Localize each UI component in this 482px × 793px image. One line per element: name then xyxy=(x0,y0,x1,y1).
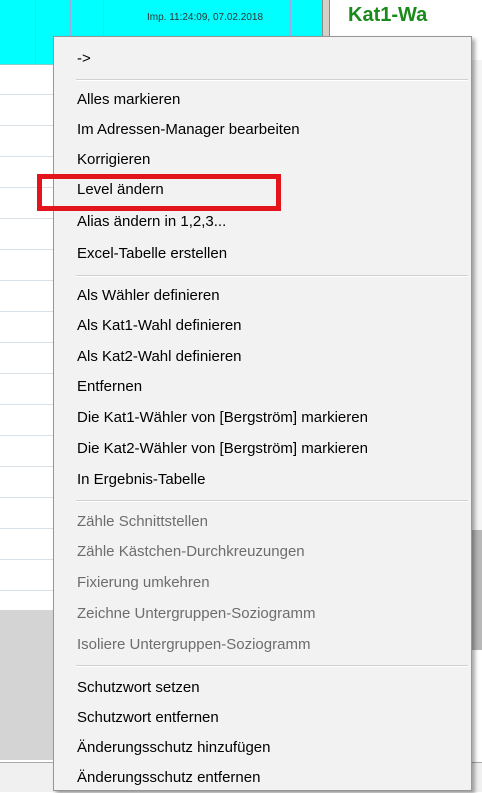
menu-item-define-voter[interactable]: Als Wähler definieren xyxy=(54,281,471,311)
menu-item-create-excel-table[interactable]: Excel-Tabelle erstellen xyxy=(54,239,471,269)
menu-item-add-change-protection[interactable]: Änderungsschutz hinzufügen xyxy=(54,733,471,763)
menu-item-select-all[interactable]: Alles markieren xyxy=(54,85,471,115)
menu-item-to-result-table[interactable]: In Ergebnis-Tabelle xyxy=(54,465,471,495)
menu-item-remove-change-protection[interactable]: Änderungsschutz entfernen xyxy=(54,763,471,793)
menu-item-count-intersections[interactable]: Zähle Schnittstellen xyxy=(54,507,471,537)
menu-item-mark-kat2-voters[interactable]: Die Kat2-Wähler von [Bergström] markiere… xyxy=(54,434,471,464)
menu-item-remove-protection-word[interactable]: Schutzwort entfernen xyxy=(54,703,471,733)
grid-column-divider xyxy=(35,0,36,64)
menu-item-mark-kat1-voters[interactable]: Die Kat1-Wähler von [Bergström] markiere… xyxy=(54,403,471,433)
menu-separator xyxy=(76,79,468,81)
menu-item-invert-fixation[interactable]: Fixierung umkehren xyxy=(54,568,471,598)
context-menu: -> Alles markieren Im Adressen-Manager b… xyxy=(53,36,472,791)
kat1-title: Kat1-Wa xyxy=(348,4,428,26)
highlight-box xyxy=(37,174,281,211)
menu-separator xyxy=(76,500,468,502)
menu-separator xyxy=(76,665,468,667)
grid-rows xyxy=(0,64,60,664)
menu-item-remove[interactable]: Entfernen xyxy=(54,372,471,402)
menu-item-edit-in-address-manager[interactable]: Im Adressen-Manager bearbeiten xyxy=(54,115,471,145)
menu-item-correct[interactable]: Korrigieren xyxy=(54,145,471,175)
menu-item-draw-subgroup-sociogram[interactable]: Zeichne Untergruppen-Soziogramm xyxy=(54,599,471,629)
menu-item-isolate-subgroup-sociogram[interactable]: Isoliere Untergruppen-Soziogramm xyxy=(54,630,471,660)
menu-item-change-alias[interactable]: Alias ändern in 1,2,3... xyxy=(54,207,471,237)
menu-item-set-protection-word[interactable]: Schutzwort setzen xyxy=(54,673,471,703)
menu-separator xyxy=(76,275,468,277)
menu-item-count-box-crossings[interactable]: Zähle Kästchen-Durchkreuzungen xyxy=(54,537,471,567)
menu-item-define-kat1-choice[interactable]: Als Kat1-Wahl definieren xyxy=(54,311,471,341)
import-timestamp: Imp. 11:24:09, 07.02.2018 xyxy=(146,12,263,23)
menu-item-arrow[interactable]: -> xyxy=(54,44,471,74)
menu-item-define-kat2-choice[interactable]: Als Kat2-Wahl definieren xyxy=(54,342,471,372)
